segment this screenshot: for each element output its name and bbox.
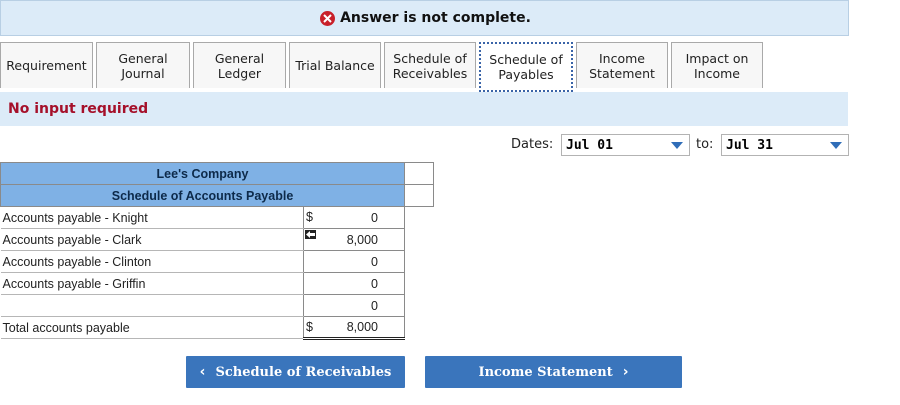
back-arrow-icon bbox=[305, 230, 316, 239]
chevron-left-icon: ‹ bbox=[199, 364, 206, 380]
account-name: Accounts payable - Clark bbox=[0, 228, 304, 251]
amount-input[interactable]: 8,000 bbox=[303, 228, 405, 251]
error-icon bbox=[320, 10, 336, 26]
tab-schedule-of-payables[interactable]: Schedule of Payables bbox=[479, 42, 573, 92]
total-row: Total accounts payable $ 8,000 bbox=[0, 316, 434, 340]
table-row: Accounts payable - Clark 8,000 bbox=[0, 228, 434, 251]
date-to-select[interactable]: Jul 31 bbox=[721, 134, 849, 156]
date-to-value: Jul 31 bbox=[726, 137, 773, 153]
banner-message: Answer is not complete. bbox=[340, 10, 531, 26]
account-name: Accounts payable - Griffin bbox=[0, 272, 304, 295]
tab-general-ledger[interactable]: General Ledger bbox=[193, 42, 286, 88]
company-name: Lee's Company bbox=[0, 162, 405, 185]
chevron-down-icon bbox=[671, 141, 683, 149]
currency-symbol: $ bbox=[306, 210, 313, 224]
status-banner: Answer is not complete. bbox=[0, 0, 849, 36]
no-input-notice: No input required bbox=[8, 101, 149, 117]
tab-income-statement[interactable]: Income Statement bbox=[576, 42, 668, 88]
schedule-table: Lee's Company Schedule of Accounts Payab… bbox=[0, 162, 434, 340]
date-from-value: Jul 01 bbox=[566, 137, 613, 153]
header-blank-cell bbox=[404, 184, 434, 207]
account-name: Accounts payable - Knight bbox=[0, 206, 304, 229]
tab-schedule-of-receivables[interactable]: Schedule of Receivables bbox=[384, 42, 476, 88]
table-row: 0 bbox=[0, 294, 434, 317]
total-label: Total accounts payable bbox=[0, 316, 304, 339]
amount-input[interactable]: 0 bbox=[303, 250, 405, 273]
tab-impact-on-income[interactable]: Impact on Income bbox=[671, 42, 763, 88]
prev-schedule-of-receivables-button[interactable]: ‹ Schedule of Receivables bbox=[186, 356, 405, 388]
to-label: to: bbox=[696, 137, 714, 152]
schedule-title: Schedule of Accounts Payable bbox=[0, 184, 405, 207]
amount-input[interactable]: 0 bbox=[303, 294, 405, 317]
chevron-down-icon bbox=[830, 141, 842, 149]
next-income-statement-button[interactable]: Income Statement › bbox=[425, 356, 682, 388]
amount-input[interactable]: $ 0 bbox=[303, 206, 405, 229]
dates-label: Dates: bbox=[511, 137, 554, 152]
total-amount: $ 8,000 bbox=[303, 316, 405, 340]
tab-requirement[interactable]: Requirement bbox=[0, 42, 93, 88]
tab-trial-balance[interactable]: Trial Balance bbox=[289, 42, 381, 88]
account-name[interactable] bbox=[0, 294, 304, 317]
account-name: Accounts payable - Clinton bbox=[0, 250, 304, 273]
table-row: Accounts payable - Griffin 0 bbox=[0, 272, 434, 295]
table-row: Accounts payable - Knight $ 0 bbox=[0, 206, 434, 229]
table-row: Accounts payable - Clinton 0 bbox=[0, 250, 434, 273]
currency-symbol: $ bbox=[306, 320, 313, 334]
tab-bar: Requirement General Journal General Ledg… bbox=[0, 42, 766, 92]
amount-input[interactable]: 0 bbox=[303, 272, 405, 295]
tab-general-journal[interactable]: General Journal bbox=[96, 42, 190, 88]
header-blank-cell bbox=[404, 162, 434, 185]
date-from-select[interactable]: Jul 01 bbox=[561, 134, 690, 156]
chevron-right-icon: › bbox=[622, 364, 629, 380]
